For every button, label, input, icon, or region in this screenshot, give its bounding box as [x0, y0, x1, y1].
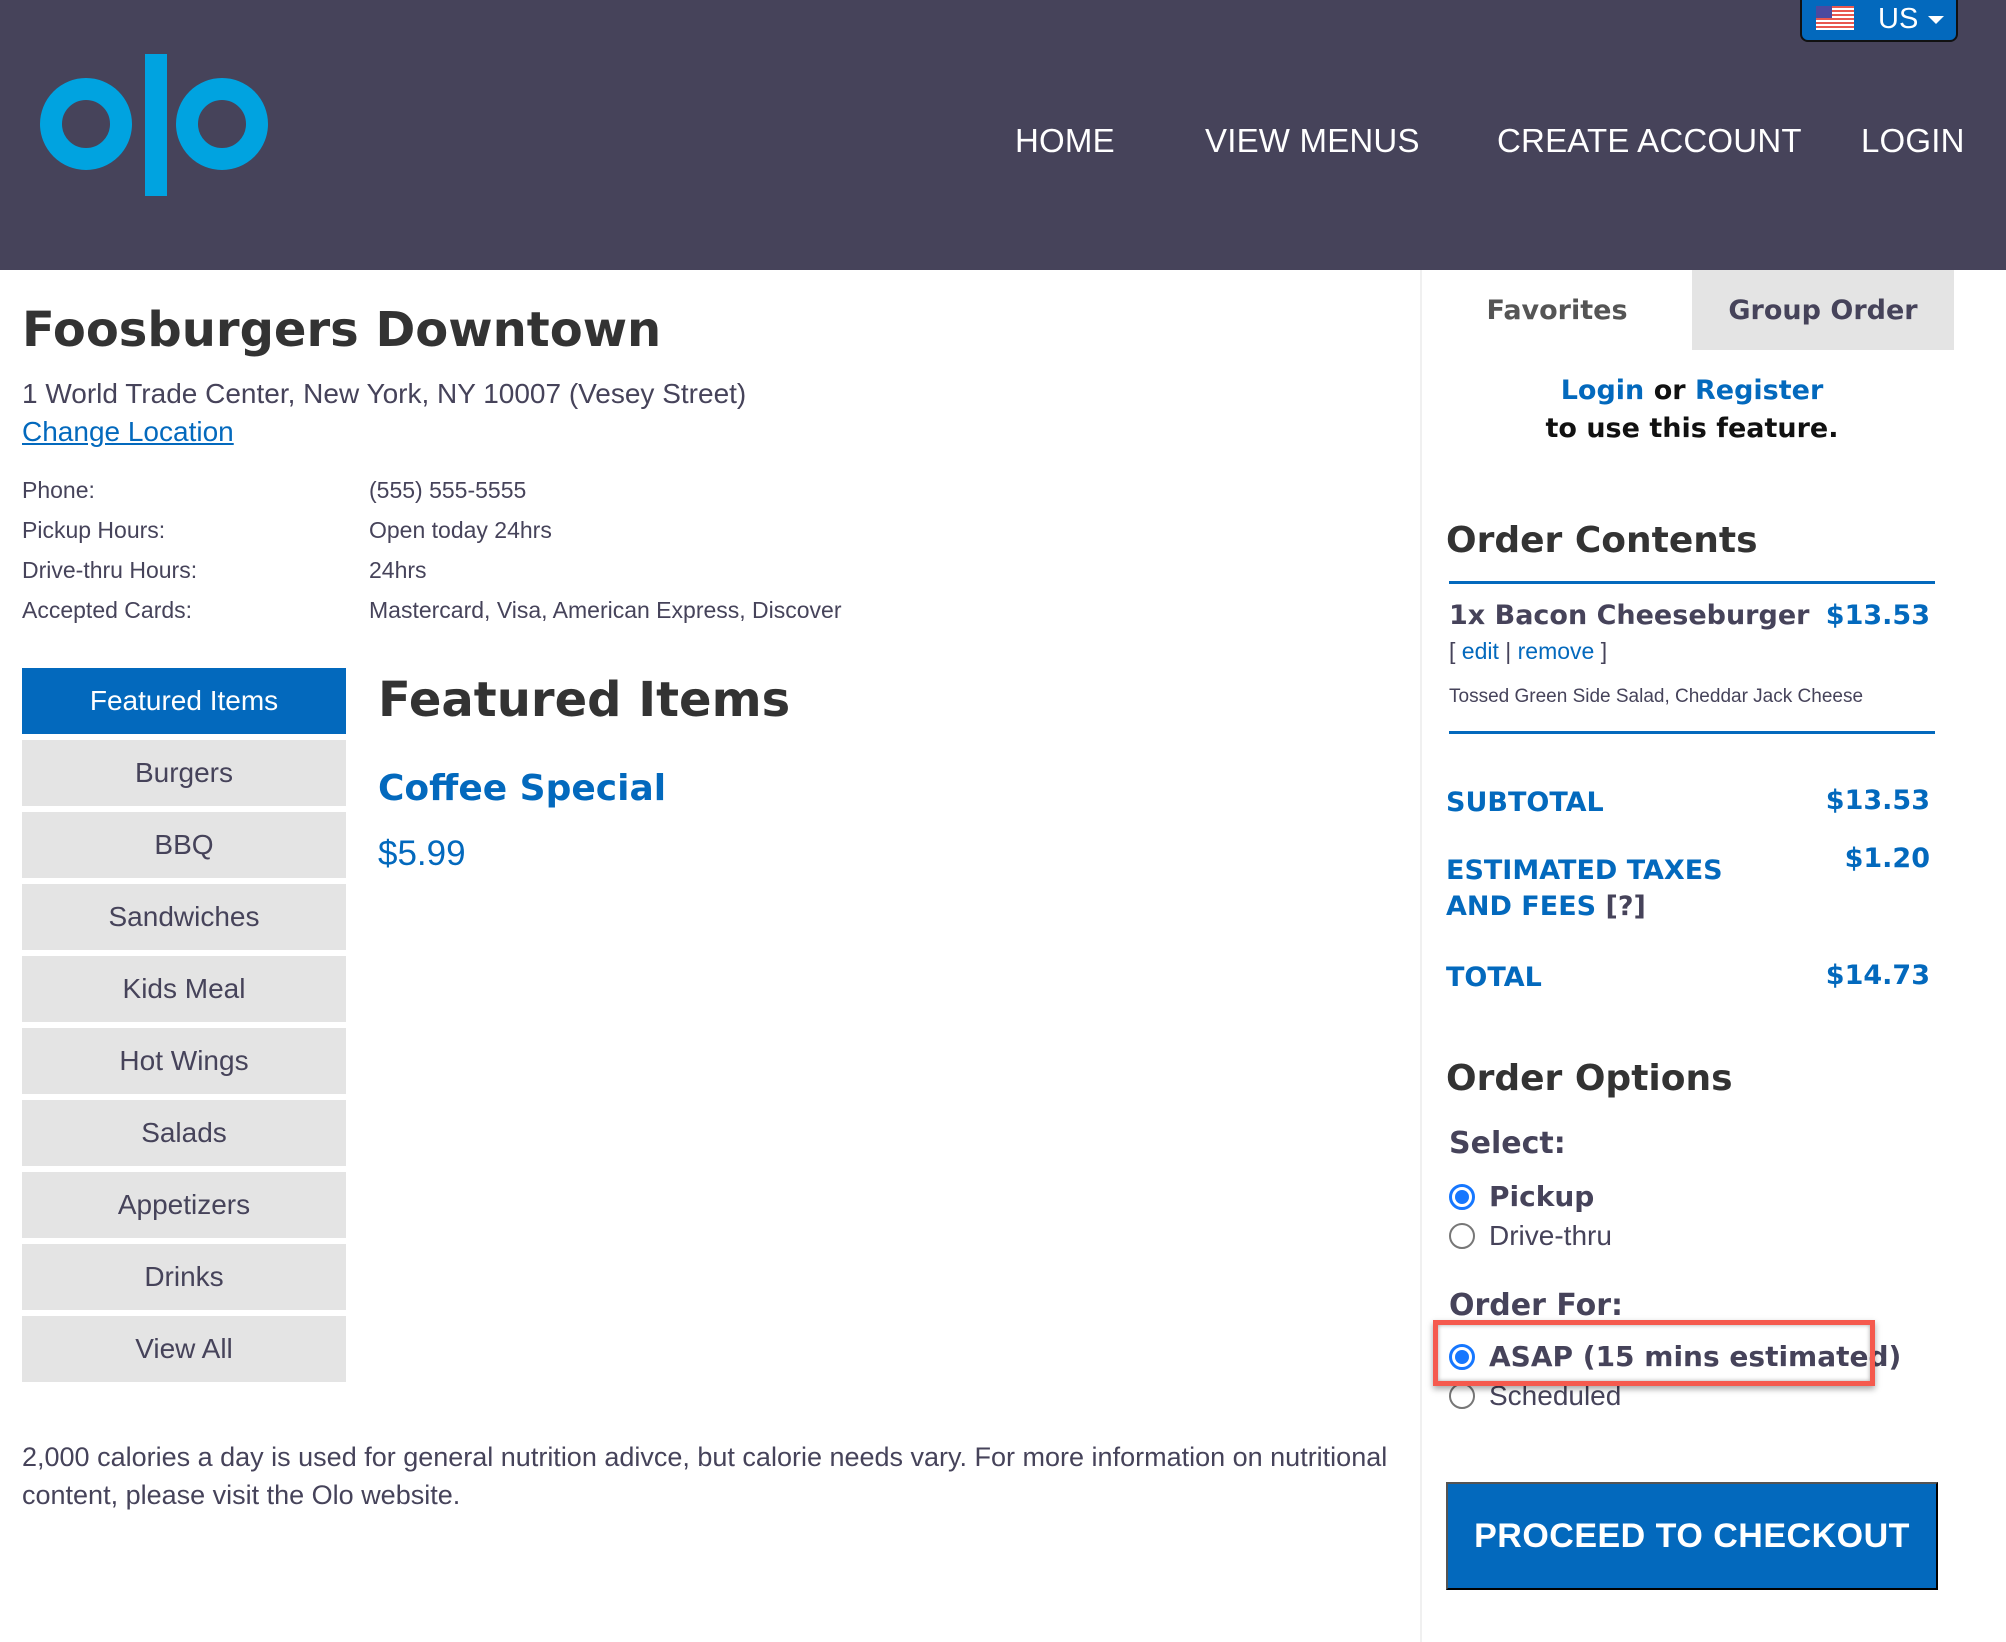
order-contents-divider-bottom — [1449, 731, 1935, 734]
featured-items-title: Featured Items — [378, 672, 791, 728]
accepted-cards-value: Mastercard, Visa, American Express, Disc… — [369, 597, 842, 623]
category-featured-items[interactable]: Featured Items — [22, 668, 346, 734]
taxes-label-line2: AND FEES [?] — [1446, 889, 1723, 925]
taxes-help-link[interactable]: [?] — [1606, 891, 1646, 922]
remove-item-link[interactable]: remove — [1518, 638, 1595, 664]
tab-group-order[interactable]: Group Order — [1692, 270, 1954, 350]
register-link[interactable]: Register — [1695, 375, 1823, 406]
scheduled-radio[interactable] — [1449, 1383, 1475, 1409]
login-link[interactable]: Login — [1561, 375, 1645, 406]
order-item-price: $13.53 — [1825, 600, 1930, 631]
change-location-link[interactable]: Change Location — [22, 416, 234, 448]
subtotal-value: $13.53 — [1825, 785, 1930, 816]
nutrition-disclaimer: 2,000 calories a day is used for general… — [22, 1442, 1388, 1510]
locale-label: US — [1878, 3, 1919, 35]
or-text: or — [1653, 375, 1686, 406]
taxes-label: ESTIMATED TAXES AND FEES [?] — [1446, 853, 1723, 925]
category-sandwiches[interactable]: Sandwiches — [22, 884, 346, 950]
category-kids-meal[interactable]: Kids Meal — [22, 956, 346, 1022]
category-salads[interactable]: Salads — [22, 1100, 346, 1166]
product-price: $5.99 — [378, 834, 466, 873]
handoff-pickup-option[interactable]: Pickup — [1449, 1180, 1594, 1213]
order-contents-divider-top — [1449, 581, 1935, 584]
pickup-hours-label: Pickup Hours: — [22, 517, 166, 543]
login-prompt: Login or Register to use this feature. — [1422, 372, 1962, 448]
product-coffee-special[interactable]: Coffee Special — [378, 768, 666, 809]
order-item-actions: [ edit | remove ] — [1449, 638, 1608, 664]
store-name: Foosburgers Downtown — [22, 302, 662, 358]
category-appetizers[interactable]: Appetizers — [22, 1172, 346, 1238]
store-address: 1 World Trade Center, New York, NY 10007… — [22, 378, 747, 409]
phone-label: Phone: — [22, 477, 95, 503]
subtotal-label: SUBTOTAL — [1446, 787, 1604, 818]
drive-thru-label: Drive-thru — [1489, 1220, 1612, 1251]
site-header: HOME VIEW MENUS CREATE ACCOUNT LOGIN US — [0, 0, 2006, 270]
panel-divider — [1420, 270, 1422, 1642]
select-label: Select: — [1449, 1126, 1566, 1161]
asap-label: ASAP (15 mins estimated) — [1489, 1340, 1902, 1373]
login-prompt-suffix: to use this feature. — [1545, 413, 1839, 444]
total-label: TOTAL — [1446, 962, 1542, 993]
proceed-to-checkout-button[interactable]: PROCEED TO CHECKOUT — [1446, 1482, 1938, 1590]
drive-thru-radio[interactable] — [1449, 1223, 1475, 1249]
chevron-down-icon — [1928, 16, 1944, 24]
edit-item-link[interactable]: edit — [1462, 638, 1499, 664]
taxes-label-line1: ESTIMATED TAXES — [1446, 855, 1723, 886]
order-item-title: Bacon Cheeseburger — [1494, 600, 1810, 631]
pickup-radio[interactable] — [1449, 1183, 1475, 1210]
phone-value: (555) 555-5555 — [369, 477, 527, 503]
scheduled-label: Scheduled — [1489, 1380, 1622, 1411]
order-for-label: Order For: — [1449, 1288, 1624, 1323]
locale-dropdown[interactable]: US — [1800, 0, 1958, 42]
taxes-label-text: AND FEES — [1446, 891, 1597, 922]
tab-favorites[interactable]: Favorites — [1422, 270, 1692, 350]
category-bbq[interactable]: BBQ — [22, 812, 346, 878]
category-hot-wings[interactable]: Hot Wings — [22, 1028, 346, 1094]
handoff-drive-thru-option[interactable]: Drive-thru — [1449, 1220, 1612, 1252]
order-item-name: 1x Bacon Cheeseburger — [1449, 600, 1809, 631]
category-drinks[interactable]: Drinks — [22, 1244, 346, 1310]
asap-radio[interactable] — [1449, 1343, 1475, 1370]
category-view-all[interactable]: View All — [22, 1316, 346, 1382]
timing-scheduled-option[interactable]: Scheduled — [1449, 1380, 1621, 1412]
category-burgers[interactable]: Burgers — [22, 740, 346, 806]
nav-view-menus[interactable]: VIEW MENUS — [1205, 122, 1420, 160]
nav-create-account[interactable]: CREATE ACCOUNT — [1497, 122, 1802, 160]
drive-thru-hours-label: Drive-thru Hours: — [22, 557, 198, 583]
order-item-qty: 1x — [1449, 600, 1486, 631]
taxes-value: $1.20 — [1844, 843, 1930, 874]
olo-logo[interactable] — [40, 54, 272, 196]
drive-thru-hours-value: 24hrs — [369, 557, 427, 583]
accepted-cards-label: Accepted Cards: — [22, 597, 193, 623]
us-flag-icon — [1816, 6, 1854, 30]
pickup-hours-value: Open today 24hrs — [369, 517, 552, 543]
pickup-label: Pickup — [1489, 1180, 1595, 1213]
nav-login[interactable]: LOGIN — [1861, 122, 1965, 160]
order-options-title: Order Options — [1446, 1058, 1733, 1099]
timing-asap-option[interactable]: ASAP (15 mins estimated) — [1449, 1340, 1901, 1373]
total-value: $14.73 — [1825, 960, 1930, 991]
order-item-modifiers: Tossed Green Side Salad, Cheddar Jack Ch… — [1449, 686, 1864, 707]
nav-home[interactable]: HOME — [1015, 122, 1115, 160]
order-contents-title: Order Contents — [1446, 520, 1758, 561]
